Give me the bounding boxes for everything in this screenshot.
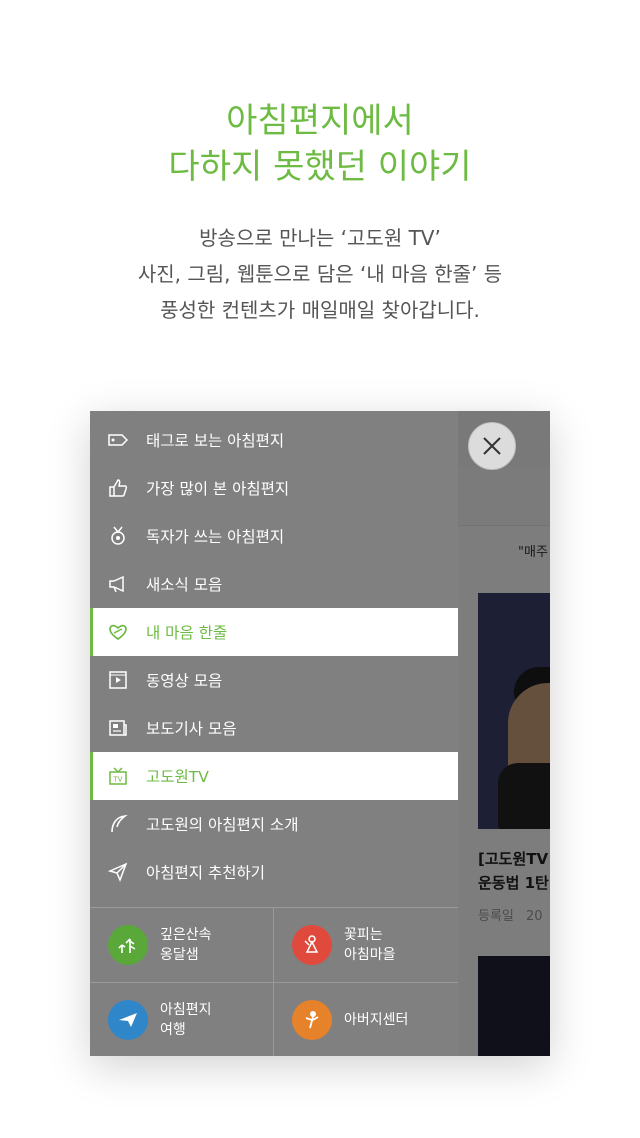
shortcut-line-1: 깊은산속 (160, 927, 212, 943)
shortcut-label: 아버지센터 (344, 1010, 408, 1030)
description: 방송으로 만나는 ‘고도원 TV’ 사진, 그림, 웹툰으로 담은 ‘내 마음 … (0, 220, 640, 328)
menu-item-label: 가장 많이 본 아침편지 (146, 480, 290, 498)
menu-item-my-heart-line[interactable]: 내 마음 한줄 (90, 608, 458, 656)
shortcut-line-2: 옹달샘 (160, 947, 199, 963)
menu-item-press[interactable]: 보도기사 모음 (90, 704, 458, 752)
plane-icon (108, 1000, 148, 1040)
father-icon (292, 1000, 332, 1040)
menu-item-videos[interactable]: 동영상 모음 (90, 656, 458, 704)
svg-text:TV: TV (112, 776, 122, 784)
shortcut-deep-forest[interactable]: 깊은산속 옹달샘 (90, 908, 273, 982)
menu-item-label: 새소식 모음 (146, 576, 223, 594)
phone-screen: "매주 [고도원TV 운동법 1탄 등록일 20 태그로 보는 아침편지 (90, 411, 550, 1056)
shortcut-label: 깊은산속 옹달샘 (160, 925, 212, 965)
menu-item-label: 내 마음 한줄 (146, 624, 228, 642)
heart-leaf-icon (108, 622, 128, 642)
menu-item-label: 고도원의 아침편지 소개 (146, 816, 299, 834)
menu-item-recommend[interactable]: 아침편지 추천하기 (90, 848, 458, 896)
shortcut-grid: 깊은산속 옹달샘 꽃피는 아침마을 아침편지 여행 아버지센터 (90, 907, 458, 1056)
menu-item-label: 독자가 쓰는 아침편지 (146, 528, 285, 546)
menu-item-label: 동영상 모음 (146, 672, 223, 690)
shortcut-line-2: 아침마을 (344, 947, 396, 963)
shortcut-label: 꽃피는 아침마을 (344, 925, 396, 965)
shortcut-line-1: 꽃피는 (344, 927, 383, 943)
headline: 아침편지에서 다하지 못했던 이야기 (0, 98, 640, 190)
shortcut-father-center[interactable]: 아버지센터 (274, 983, 457, 1056)
flower-girl-icon (292, 925, 332, 965)
tv-icon: TV (108, 766, 128, 786)
shortcut-label: 아침편지 여행 (160, 1000, 212, 1040)
send-icon (108, 862, 128, 882)
menu-item-most-viewed[interactable]: 가장 많이 본 아침편지 (90, 464, 458, 512)
headline-line-1: 아침편지에서 (226, 101, 414, 141)
shortcut-line-2: 여행 (160, 1022, 186, 1038)
menu-item-label: 태그로 보는 아침편지 (146, 432, 285, 450)
shortcut-line-1: 아버지센터 (344, 1012, 409, 1028)
description-line-3: 풍성한 컨텐츠가 매일매일 찾아갑니다. (160, 298, 480, 322)
headline-line-2: 다하지 못했던 이야기 (168, 147, 472, 187)
megaphone-icon (108, 574, 128, 594)
menu-item-reader-letters[interactable]: 독자가 쓰는 아침편지 (90, 512, 458, 560)
description-line-1: 방송으로 만나는 ‘고도원 TV’ (199, 226, 441, 250)
video-icon (108, 670, 128, 690)
menu-item-label: 고도원TV (146, 768, 209, 786)
tag-icon (108, 430, 128, 450)
side-menu: 태그로 보는 아침편지 가장 많이 본 아침편지 독자가 쓰는 아침편지 새소식… (90, 411, 458, 1056)
menu-item-label: 보도기사 모음 (146, 720, 237, 738)
shortcut-line-1: 아침편지 (160, 1002, 212, 1018)
close-icon (483, 437, 501, 455)
shortcut-letter-travel[interactable]: 아침편지 여행 (90, 983, 273, 1056)
description-line-2: 사진, 그림, 웹툰으로 담은 ‘내 마음 한줄’ 등 (137, 262, 503, 286)
leaf-icon (108, 814, 128, 834)
menu-item-news[interactable]: 새소식 모음 (90, 560, 458, 608)
menu-item-about[interactable]: 고도원의 아침편지 소개 (90, 800, 458, 848)
menu-item-tag-letters[interactable]: 태그로 보는 아침편지 (90, 416, 458, 464)
menu-item-godowon-tv[interactable]: TV 고도원TV (90, 752, 458, 800)
newspaper-icon (108, 718, 128, 738)
thumbs-up-icon (108, 478, 128, 498)
shortcut-flower-village[interactable]: 꽃피는 아침마을 (274, 908, 457, 982)
close-button[interactable] (468, 422, 516, 470)
menu-item-label: 아침편지 추천하기 (146, 864, 266, 882)
forest-icon (108, 925, 148, 965)
medal-icon (108, 526, 128, 546)
